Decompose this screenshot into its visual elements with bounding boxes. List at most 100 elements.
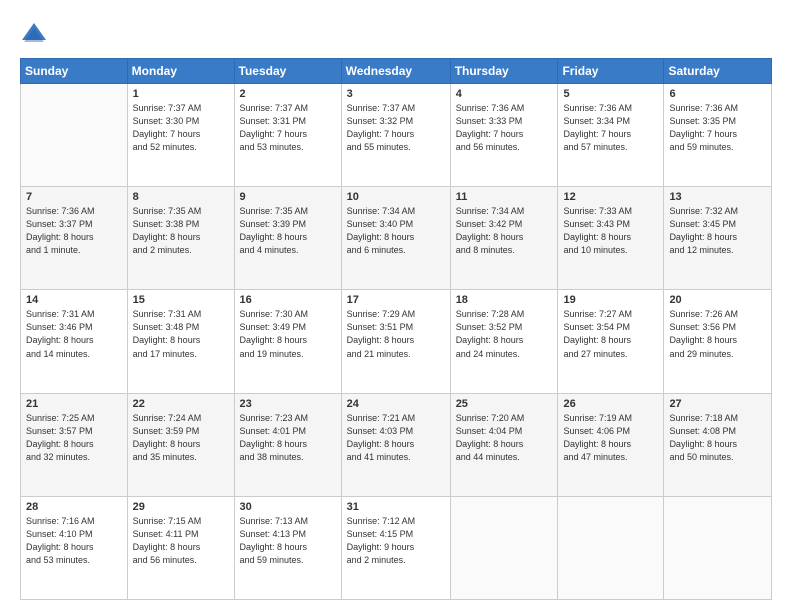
day-number: 16 [240,294,336,306]
calendar-cell [558,496,664,599]
day-number: 30 [240,501,336,513]
col-header-sunday: Sunday [21,59,128,84]
day-info: Sunrise: 7:31 AM Sunset: 3:48 PM Dayligh… [133,308,229,360]
day-info: Sunrise: 7:13 AM Sunset: 4:13 PM Dayligh… [240,515,336,567]
day-info: Sunrise: 7:15 AM Sunset: 4:11 PM Dayligh… [133,515,229,567]
day-info: Sunrise: 7:29 AM Sunset: 3:51 PM Dayligh… [347,308,445,360]
calendar-cell: 29 Sunrise: 7:15 AM Sunset: 4:11 PM Dayli… [127,496,234,599]
calendar-cell: 10Sunrise: 7:34 AM Sunset: 3:40 PM Dayli… [341,187,450,290]
day-info: Sunrise: 7:37 AM Sunset: 3:32 PM Dayligh… [347,102,445,154]
day-number: 17 [347,294,445,306]
week-row-2: 7 Sunrise: 7:36 AM Sunset: 3:37 PM Daylig… [21,187,772,290]
col-header-monday: Monday [127,59,234,84]
day-info: Sunrise: 7:20 AM Sunset: 4:04 PM Dayligh… [456,412,553,464]
week-row-5: 28 Sunrise: 7:16 AM Sunset: 4:10 PM Dayli… [21,496,772,599]
calendar-cell: 27 Sunrise: 7:18 AM Sunset: 4:08 PM Dayli… [664,393,772,496]
calendar-cell: 6 Sunrise: 7:36 AM Sunset: 3:35 PM Daylig… [664,84,772,187]
day-number: 18 [456,294,553,306]
calendar-cell: 8 Sunrise: 7:35 AM Sunset: 3:38 PM Daylig… [127,187,234,290]
week-row-1: 1 Sunrise: 7:37 AM Sunset: 3:30 PM Daylig… [21,84,772,187]
calendar-cell: 11 Sunrise: 7:34 AM Sunset: 3:42 PM Dayli… [450,187,558,290]
day-info: Sunrise: 7:36 AM Sunset: 3:35 PM Dayligh… [669,102,766,154]
day-number: 13 [669,191,766,203]
calendar-cell: 16Sunrise: 7:30 AM Sunset: 3:49 PM Dayli… [234,290,341,393]
calendar-cell: 2Sunrise: 7:37 AM Sunset: 3:31 PM Daylig… [234,84,341,187]
day-info: Sunrise: 7:34 AM Sunset: 3:40 PM Dayligh… [347,205,445,257]
day-info: Sunrise: 7:21 AM Sunset: 4:03 PM Dayligh… [347,412,445,464]
week-row-4: 21 Sunrise: 7:25 AM Sunset: 3:57 PM Dayli… [21,393,772,496]
day-info: Sunrise: 7:36 AM Sunset: 3:34 PM Dayligh… [563,102,658,154]
col-header-thursday: Thursday [450,59,558,84]
calendar-cell: 31 Sunrise: 7:12 AM Sunset: 4:15 PM Dayli… [341,496,450,599]
day-info: Sunrise: 7:12 AM Sunset: 4:15 PM Dayligh… [347,515,445,567]
logo-icon [20,20,48,48]
day-info: Sunrise: 7:35 AM Sunset: 3:38 PM Dayligh… [133,205,229,257]
day-number: 31 [347,501,445,513]
day-info: Sunrise: 7:36 AM Sunset: 3:33 PM Dayligh… [456,102,553,154]
day-number: 8 [133,191,229,203]
day-number: 6 [669,88,766,100]
calendar-header-row: SundayMondayTuesdayWednesdayThursdayFrid… [21,59,772,84]
day-info: Sunrise: 7:18 AM Sunset: 4:08 PM Dayligh… [669,412,766,464]
day-number: 7 [26,191,122,203]
calendar-cell: 26 Sunrise: 7:19 AM Sunset: 4:06 PM Dayli… [558,393,664,496]
page: SundayMondayTuesdayWednesdayThursdayFrid… [0,0,792,612]
day-info: Sunrise: 7:23 AM Sunset: 4:01 PM Dayligh… [240,412,336,464]
calendar-cell: 19 Sunrise: 7:27 AM Sunset: 3:54 PM Dayli… [558,290,664,393]
day-info: Sunrise: 7:27 AM Sunset: 3:54 PM Dayligh… [563,308,658,360]
calendar-cell: 9 Sunrise: 7:35 AM Sunset: 3:39 PM Daylig… [234,187,341,290]
calendar-cell: 21 Sunrise: 7:25 AM Sunset: 3:57 PM Dayli… [21,393,128,496]
day-number: 5 [563,88,658,100]
day-number: 15 [133,294,229,306]
day-info: Sunrise: 7:28 AM Sunset: 3:52 PM Dayligh… [456,308,553,360]
day-number: 29 [133,501,229,513]
header [20,16,772,48]
day-number: 26 [563,398,658,410]
week-row-3: 14Sunrise: 7:31 AM Sunset: 3:46 PM Dayli… [21,290,772,393]
day-number: 25 [456,398,553,410]
calendar-cell: 24 Sunrise: 7:21 AM Sunset: 4:03 PM Dayli… [341,393,450,496]
day-number: 19 [563,294,658,306]
calendar-cell [664,496,772,599]
day-info: Sunrise: 7:36 AM Sunset: 3:37 PM Dayligh… [26,205,122,257]
day-number: 9 [240,191,336,203]
calendar-cell: 17 Sunrise: 7:29 AM Sunset: 3:51 PM Dayli… [341,290,450,393]
calendar-cell: 4 Sunrise: 7:36 AM Sunset: 3:33 PM Daylig… [450,84,558,187]
calendar-cell: 13Sunrise: 7:32 AM Sunset: 3:45 PM Dayli… [664,187,772,290]
calendar-cell: 14Sunrise: 7:31 AM Sunset: 3:46 PM Dayli… [21,290,128,393]
col-header-friday: Friday [558,59,664,84]
calendar-cell [450,496,558,599]
day-info: Sunrise: 7:37 AM Sunset: 3:30 PM Dayligh… [133,102,229,154]
calendar-cell: 20Sunrise: 7:26 AM Sunset: 3:56 PM Dayli… [664,290,772,393]
calendar-cell: 28 Sunrise: 7:16 AM Sunset: 4:10 PM Dayli… [21,496,128,599]
day-number: 21 [26,398,122,410]
day-number: 11 [456,191,553,203]
day-info: Sunrise: 7:34 AM Sunset: 3:42 PM Dayligh… [456,205,553,257]
calendar-cell: 3 Sunrise: 7:37 AM Sunset: 3:32 PM Daylig… [341,84,450,187]
day-number: 22 [133,398,229,410]
day-number: 28 [26,501,122,513]
day-info: Sunrise: 7:26 AM Sunset: 3:56 PM Dayligh… [669,308,766,360]
day-info: Sunrise: 7:16 AM Sunset: 4:10 PM Dayligh… [26,515,122,567]
calendar-cell: 1 Sunrise: 7:37 AM Sunset: 3:30 PM Daylig… [127,84,234,187]
calendar-cell: 30 Sunrise: 7:13 AM Sunset: 4:13 PM Dayli… [234,496,341,599]
calendar-cell: 22 Sunrise: 7:24 AM Sunset: 3:59 PM Dayli… [127,393,234,496]
day-info: Sunrise: 7:19 AM Sunset: 4:06 PM Dayligh… [563,412,658,464]
calendar-cell: 7 Sunrise: 7:36 AM Sunset: 3:37 PM Daylig… [21,187,128,290]
day-info: Sunrise: 7:33 AM Sunset: 3:43 PM Dayligh… [563,205,658,257]
day-info: Sunrise: 7:25 AM Sunset: 3:57 PM Dayligh… [26,412,122,464]
day-number: 12 [563,191,658,203]
day-info: Sunrise: 7:31 AM Sunset: 3:46 PM Dayligh… [26,308,122,360]
day-number: 27 [669,398,766,410]
calendar-cell: 15 Sunrise: 7:31 AM Sunset: 3:48 PM Dayli… [127,290,234,393]
calendar-table: SundayMondayTuesdayWednesdayThursdayFrid… [20,58,772,600]
day-number: 4 [456,88,553,100]
day-number: 1 [133,88,229,100]
day-info: Sunrise: 7:24 AM Sunset: 3:59 PM Dayligh… [133,412,229,464]
day-number: 3 [347,88,445,100]
logo [20,20,52,48]
day-info: Sunrise: 7:35 AM Sunset: 3:39 PM Dayligh… [240,205,336,257]
day-number: 23 [240,398,336,410]
day-info: Sunrise: 7:37 AM Sunset: 3:31 PM Dayligh… [240,102,336,154]
day-number: 24 [347,398,445,410]
